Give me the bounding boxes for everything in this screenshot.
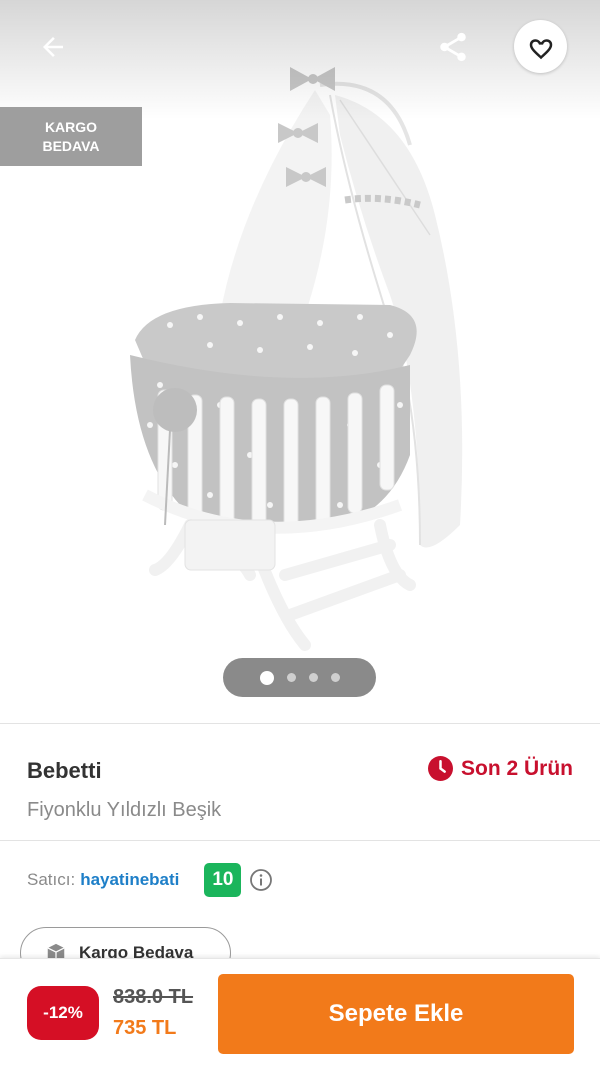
arrow-left-icon [43, 37, 63, 57]
product-photo[interactable] [90, 55, 510, 665]
add-to-cart-button[interactable]: Sepete Ekle [218, 974, 574, 1054]
seller-row: Satıcı: hayatinebati 10 [27, 863, 273, 897]
favorite-button[interactable] [514, 20, 567, 73]
pager-dot-2[interactable] [286, 673, 296, 682]
divider [0, 723, 600, 724]
share-icon [440, 32, 466, 62]
share-button[interactable] [430, 24, 476, 70]
info-icon [250, 869, 273, 891]
top-gradient-overlay [0, 0, 600, 120]
back-button[interactable] [30, 26, 76, 68]
current-price: 735 TL [113, 1017, 177, 1039]
divider [0, 840, 600, 841]
seller-name-link[interactable]: hayatinebati [80, 870, 179, 890]
pager-dot-3[interactable] [308, 673, 318, 682]
free-shipping-badge: KARGO BEDAVA [0, 107, 142, 166]
seller-label: Satıcı: [27, 870, 76, 889]
seller-rating-badge: 10 [204, 863, 242, 897]
product-brand[interactable]: Bebetti [27, 758, 102, 784]
pager-dot-1[interactable] [259, 670, 274, 685]
product-name: Fiyonklu Yıldızlı Beşik [27, 799, 222, 821]
clock-icon [427, 756, 453, 781]
pager-dot-4[interactable] [330, 673, 340, 682]
badge-line-1: KARGO [44, 118, 98, 135]
bottom-purchase-bar: -12% 838.0 TL 735 TL Sepete Ekle [0, 958, 600, 1065]
image-pager [223, 658, 376, 697]
discount-badge: -12% [27, 986, 99, 1040]
stock-text: Son 2 Ürün [460, 756, 573, 780]
stock-warning: Son 2 Ürün [427, 756, 573, 781]
product-image-gallery[interactable]: KARGO BEDAVA [0, 0, 600, 722]
old-price: 838.0 TL [113, 986, 194, 1008]
heart-outline-icon [529, 38, 552, 59]
badge-line-2: BEDAVA [42, 137, 100, 154]
seller-info-button[interactable] [249, 868, 273, 892]
